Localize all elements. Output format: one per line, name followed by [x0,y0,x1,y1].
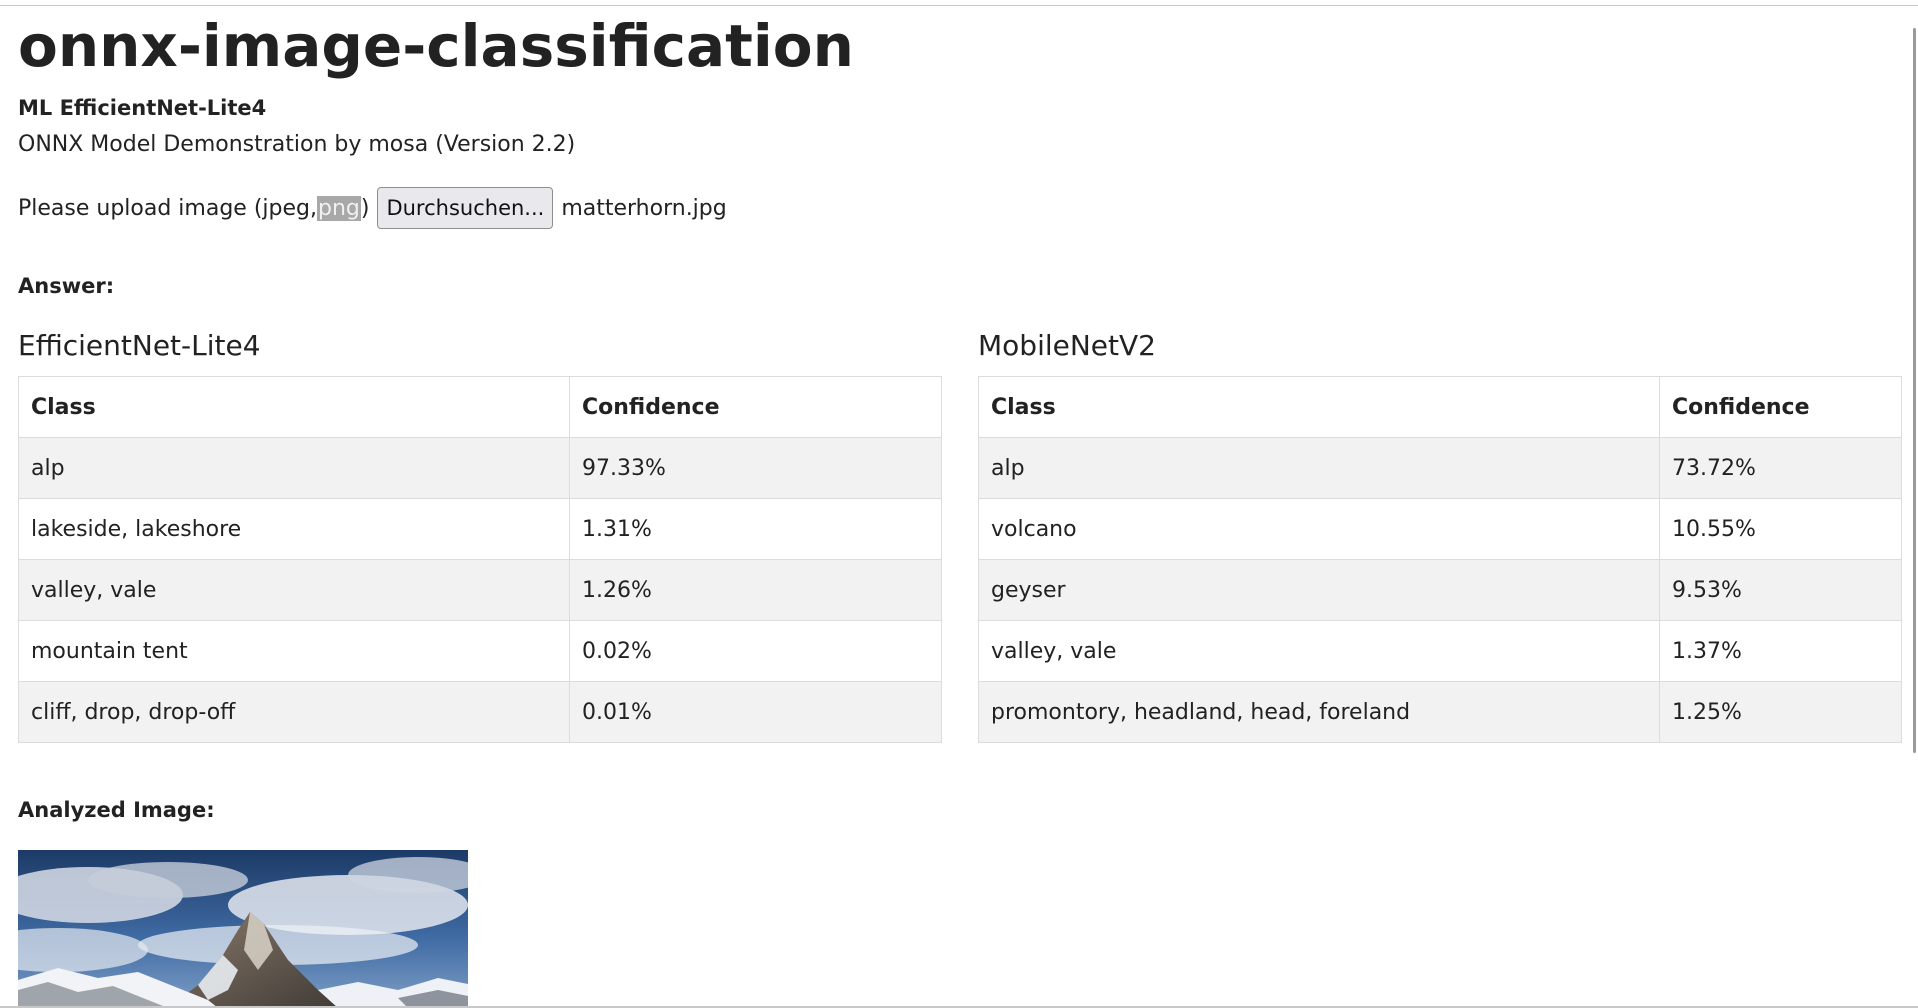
class-cell: lakeside, lakeshore [18,498,570,560]
confidence-cell: 1.25% [1659,681,1902,743]
class-cell: valley, vale [978,620,1660,682]
table-row: mountain tent 0.02% [18,620,942,682]
table-row: valley, vale 1.37% [978,620,1902,682]
confidence-cell: 9.53% [1659,559,1902,621]
results-table: Class Confidence alp 97.33% lakeside, la… [18,376,942,743]
vertical-scrollbar[interactable] [1913,28,1916,753]
confidence-cell: 1.31% [569,498,942,560]
class-cell: alp [18,437,570,499]
table-row: lakeside, lakeshore 1.31% [18,498,942,560]
confidence-cell: 73.72% [1659,437,1902,499]
class-cell: mountain tent [18,620,570,682]
page-subtitle: ML EfficientNet-Lite4 [18,96,267,120]
table-row: alp 97.33% [18,437,942,499]
table-row: valley, vale 1.26% [18,559,942,621]
column-header-confidence: Confidence [1659,376,1902,438]
model-results-efficientnet: EfficientNet-Lite4 Class Confidence alp … [18,326,942,743]
answer-label: Answer: [18,274,115,298]
table-row: volcano 10.55% [978,498,1902,560]
confidence-cell: 1.37% [1659,620,1902,682]
confidence-cell: 10.55% [1659,498,1902,560]
table-row: promontory, headland, head, foreland 1.2… [978,681,1902,743]
table-row: cliff, drop, drop-off 0.01% [18,681,942,743]
analyzed-image-label: Analyzed Image: [18,798,215,822]
confidence-cell: 0.01% [569,681,942,743]
table-row: alp 73.72% [978,437,1902,499]
class-cell: geyser [978,559,1660,621]
model-title: EfficientNet-Lite4 [18,329,261,362]
matterhorn-photo [18,850,468,1006]
upload-prompt-end: ) [360,195,370,221]
class-cell: promontory, headland, head, foreland [978,681,1660,743]
page-content: onnx-image-classification ML EfficientNe… [18,0,1903,1006]
upload-row: Please upload image (jpeg, png ) Durchsu… [18,186,727,230]
browse-button[interactable]: Durchsuchen... [377,187,554,229]
confidence-cell: 1.26% [569,559,942,621]
column-header-class: Class [978,376,1660,438]
selected-file-name: matterhorn.jpg [561,195,727,221]
confidence-cell: 97.33% [569,437,942,499]
confidence-cell: 0.02% [569,620,942,682]
column-header-class: Class [18,376,570,438]
class-cell: volcano [978,498,1660,560]
class-cell: cliff, drop, drop-off [18,681,570,743]
page-title: onnx-image-classification [18,12,854,80]
table-header-row: Class Confidence [978,376,1902,438]
column-header-confidence: Confidence [569,376,942,438]
demo-description: ONNX Model Demonstration by mosa (Versio… [18,132,576,157]
model-results-mobilenet: MobileNetV2 Class Confidence alp 73.72% … [978,326,1902,743]
results-table: Class Confidence alp 73.72% volcano 10.5… [978,376,1902,743]
analyzed-image [18,850,468,1006]
class-cell: valley, vale [18,559,570,621]
class-cell: alp [978,437,1660,499]
table-row: geyser 9.53% [978,559,1902,621]
upload-prompt: Please upload image (jpeg, [18,195,317,221]
model-title: MobileNetV2 [978,329,1156,362]
table-header-row: Class Confidence [18,376,942,438]
upload-prompt-highlight: png [316,195,361,221]
